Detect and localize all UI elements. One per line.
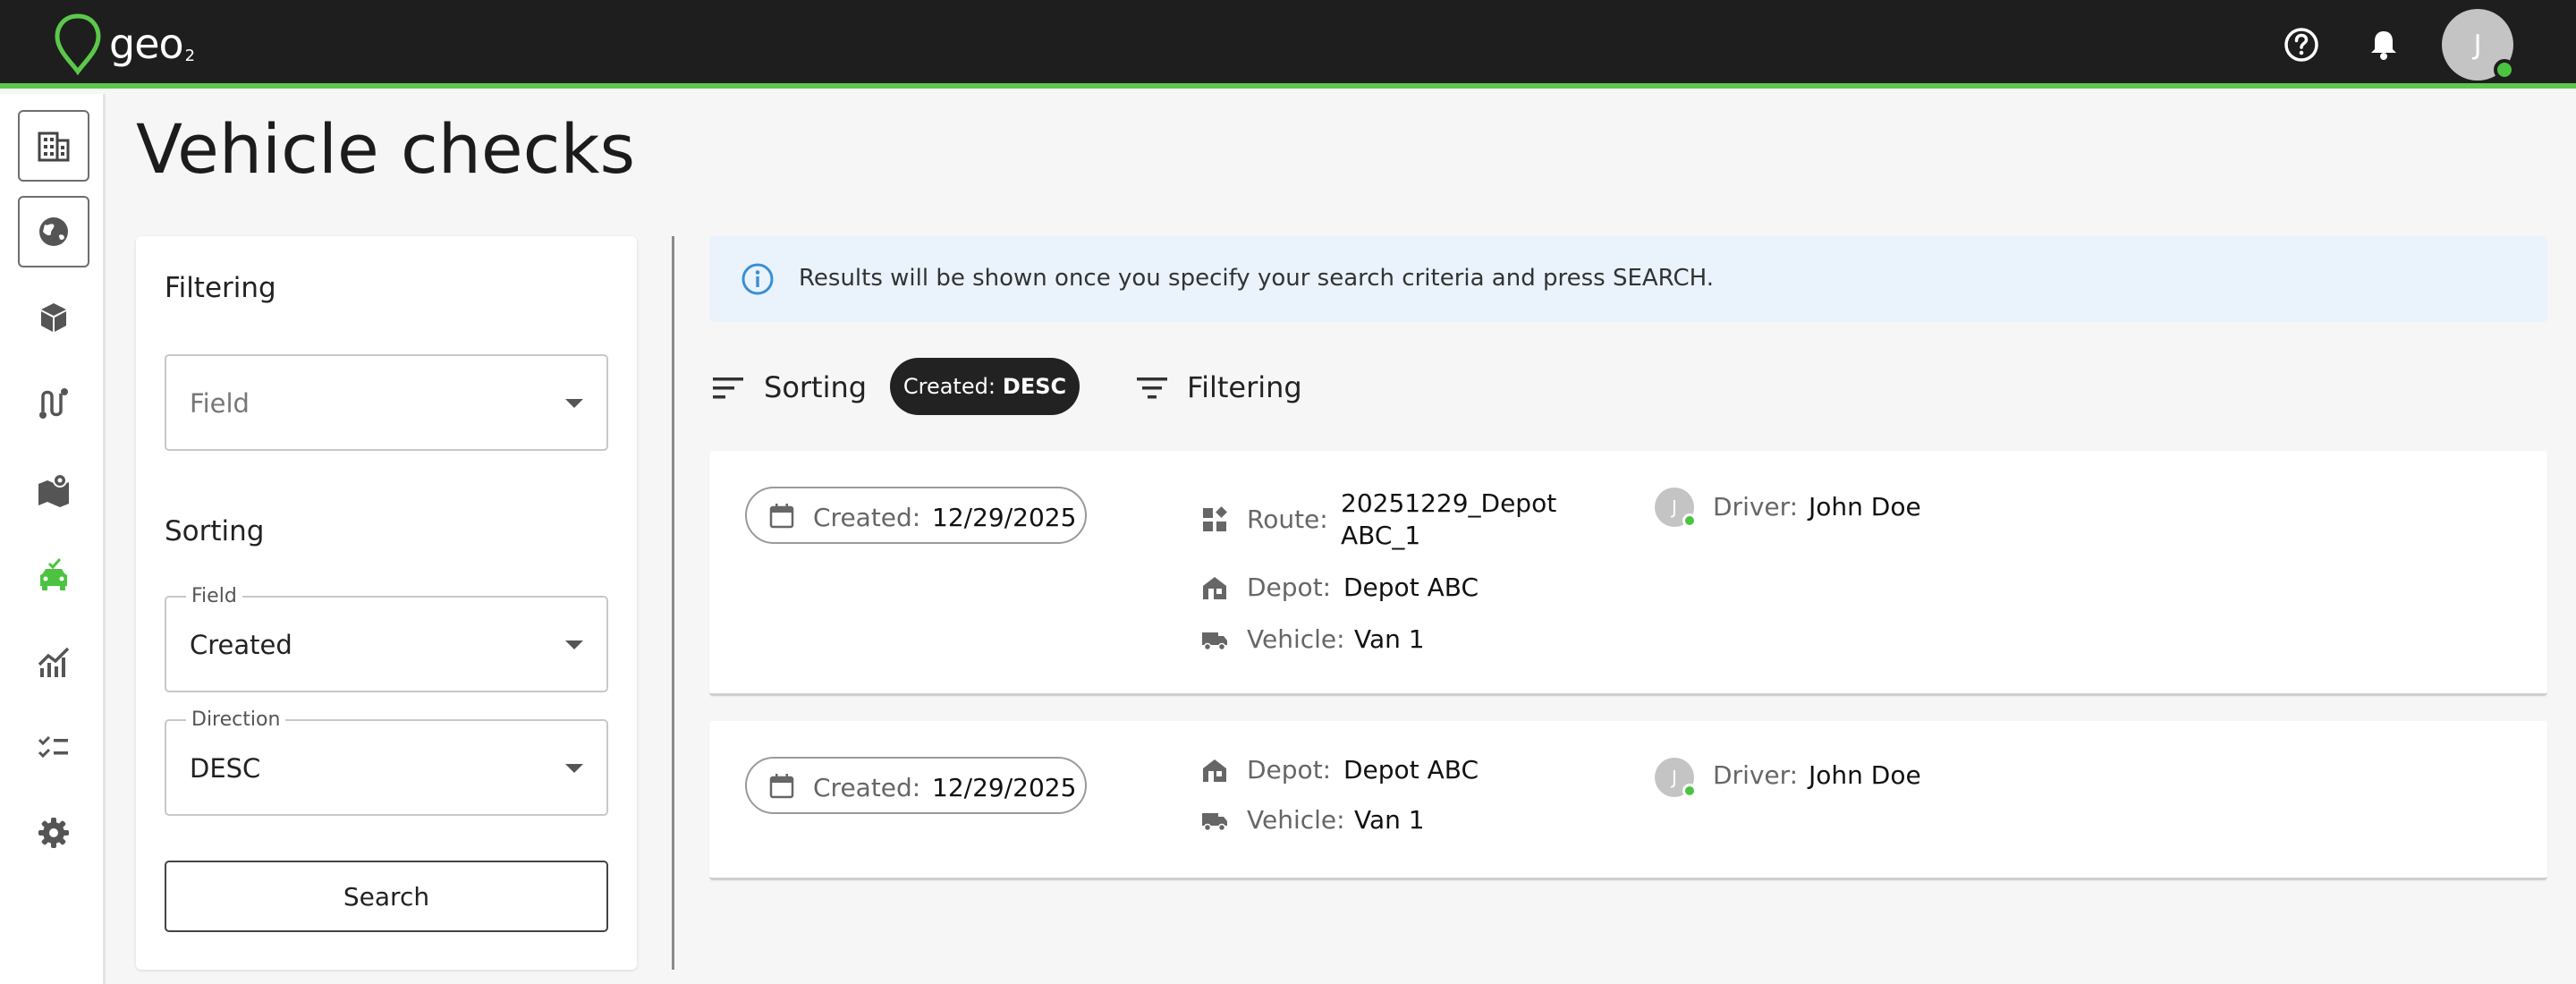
driver-value: John Doe (1809, 492, 1921, 522)
sorting-heading: Sorting (165, 515, 265, 547)
sort-field-value: Created (190, 630, 292, 660)
logo-subscript: 2 (184, 46, 196, 65)
route-value-line2: ABC_1 (1341, 521, 1421, 550)
map-icon (38, 473, 69, 507)
avatar-initial: J (2473, 29, 2482, 61)
online-status-dot (1682, 784, 1697, 798)
filtering-heading: Filtering (165, 272, 276, 304)
location-pin-icon (55, 13, 101, 75)
filter-field-placeholder: Field (190, 388, 250, 419)
truck-icon (1202, 813, 1227, 832)
nav-buildings[interactable] (18, 110, 89, 182)
packages-icon (41, 303, 66, 332)
driver-label: Driver: (1713, 492, 1799, 522)
sort-chip-key: Created: (902, 374, 996, 399)
driver-initial: J (1672, 496, 1677, 518)
truck-icon (1202, 632, 1227, 651)
calendar-icon (769, 774, 794, 799)
depot-icon (1203, 577, 1226, 599)
analytics-icon (38, 647, 70, 677)
result-card[interactable]: Created: 12/29/2025 Route: 20251229_Depo… (709, 451, 2547, 696)
help-icon[interactable] (2282, 25, 2321, 64)
created-label: Created: (813, 503, 921, 532)
filtering-toggle[interactable]: Filtering (1187, 370, 1302, 404)
nav-vehicle-checks[interactable] (18, 539, 89, 611)
driver-initial: J (1672, 767, 1677, 788)
created-label: Created: (813, 773, 921, 802)
driver-label: Driver: (1713, 760, 1799, 790)
user-avatar[interactable]: J (2442, 9, 2515, 81)
online-status-dot (1682, 513, 1697, 528)
created-value: 12/29/2025 (932, 503, 1077, 532)
nav-map[interactable] (18, 454, 89, 525)
driver-avatar: J (1655, 488, 1697, 528)
vehicle-value: Van 1 (1354, 805, 1425, 835)
sort-chip[interactable]: Created: DESC (890, 358, 1080, 415)
filter-panel: Filtering Field Sorting Field Created Di… (136, 236, 637, 970)
depot-icon (1203, 759, 1226, 782)
result-card[interactable]: Created: 12/29/2025 Depot: Depot ABC Veh… (709, 721, 2547, 880)
top-bar: geo 2 J (0, 0, 2576, 89)
bell-icon[interactable] (2364, 25, 2403, 64)
nav-analytics[interactable] (18, 625, 89, 697)
route-value-line1: 20251229_Depot (1341, 488, 1557, 518)
chevron-down-icon (565, 399, 583, 408)
chevron-down-icon (565, 764, 583, 773)
sort-direction-select[interactable]: Direction DESC (165, 708, 608, 816)
route-label: Route: (1247, 505, 1328, 534)
direction-legend: Direction (186, 708, 286, 731)
page-title: Vehicle checks (136, 109, 636, 189)
created-chip: Created: 12/29/2025 (745, 757, 1087, 814)
route-grid-icon (1203, 506, 1227, 531)
chevron-down-icon (565, 640, 583, 649)
settings-icon (38, 818, 69, 848)
search-button[interactable]: Search (165, 861, 608, 932)
vehicle-label: Vehicle: (1247, 624, 1345, 654)
sort-field-select[interactable]: Field Created (165, 585, 608, 692)
side-nav (0, 94, 106, 984)
vehicle-label: Vehicle: (1247, 805, 1345, 835)
online-status-dot (2494, 59, 2515, 81)
vehicle-check-icon (40, 558, 67, 590)
nav-checklist[interactable] (18, 711, 89, 783)
info-icon (741, 263, 774, 295)
filter-icon[interactable] (1134, 370, 1170, 406)
created-chip: Created: 12/29/2025 (745, 487, 1087, 544)
filter-field-select[interactable]: Field (165, 354, 608, 451)
calendar-icon (769, 504, 794, 529)
panel-divider (672, 236, 674, 970)
depot-label: Depot: (1247, 573, 1332, 602)
depot-value: Depot ABC (1343, 573, 1479, 602)
sorting-toggle[interactable]: Sorting (764, 370, 867, 404)
driver-avatar: J (1655, 758, 1697, 798)
buildings-icon (38, 131, 70, 162)
nav-settings[interactable] (18, 797, 89, 869)
info-text: Results will be shown once you specify y… (799, 265, 1714, 292)
sort-chip-value: DESC (1002, 374, 1067, 399)
nav-globe[interactable] (18, 196, 89, 267)
globe-icon (39, 217, 68, 246)
route-icon (39, 388, 68, 419)
info-banner: Results will be shown once you specify y… (709, 236, 2547, 322)
created-value: 12/29/2025 (932, 773, 1077, 802)
vehicle-value: Van 1 (1354, 624, 1425, 654)
logo-text: geo (109, 20, 184, 68)
sort-field-legend: Field (186, 585, 242, 607)
depot-label: Depot: (1247, 755, 1332, 785)
depot-value: Depot ABC (1343, 755, 1479, 785)
driver-value: John Doe (1809, 760, 1921, 790)
nav-routes[interactable] (18, 368, 89, 439)
app-logo[interactable]: geo 2 (52, 13, 195, 75)
sort-icon[interactable] (711, 370, 747, 406)
nav-packages[interactable] (18, 282, 89, 353)
direction-value: DESC (190, 753, 261, 784)
checklist-icon (38, 735, 68, 759)
